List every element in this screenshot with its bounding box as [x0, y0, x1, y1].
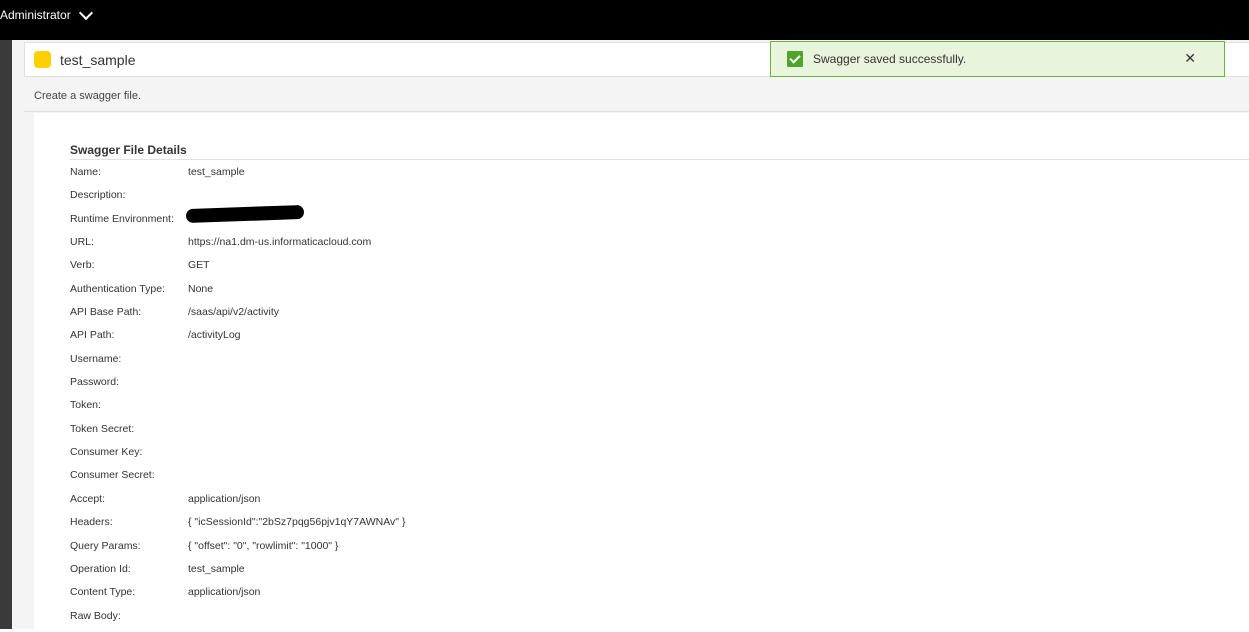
section-divider [70, 159, 1249, 160]
field-label: Accept: [70, 492, 106, 505]
field-label: API Base Path: [70, 306, 142, 319]
field-label: Name: [70, 166, 101, 178]
app-panel: test_sample Create a swagger file. Swagg… [12, 40, 1249, 629]
field-label: Password: [70, 376, 120, 389]
divider [24, 111, 1249, 112]
top-bar: Administrator [0, 0, 1249, 40]
field-label: Consumer Key: [70, 446, 143, 459]
field-label: Content Type: [70, 586, 136, 599]
field-label: Verb: [70, 259, 95, 272]
field-label: Authentication Type: [70, 282, 165, 295]
field-value: /activityLog [188, 329, 241, 342]
field-value: test_sample [188, 562, 245, 575]
toast-message: Swagger saved successfully. [813, 52, 967, 66]
chevron-down-icon[interactable] [78, 5, 93, 20]
field-value: /saas/api/v2/activity [188, 306, 280, 319]
success-toast: Swagger saved successfully. ✕ [770, 41, 1225, 77]
field-value: None [188, 282, 214, 295]
left-sidebar-strip [0, 40, 12, 629]
redaction-mark [185, 204, 305, 223]
details-content: Swagger File Details Name: test_sample D… [34, 113, 1249, 629]
field-value: { "icSessionId":"2bSz7pqg56pjv1qY7AWNAv"… [188, 516, 406, 529]
user-label: Administrator [0, 8, 71, 22]
field-value: { "offset": "0", "rowlimit": "1000" } [188, 539, 339, 552]
asset-name: test_sample [60, 51, 136, 68]
field-value: application/json [188, 492, 261, 505]
check-icon [787, 51, 803, 67]
field-value: test_sample [188, 166, 245, 178]
field-label: Description: [70, 189, 126, 202]
field-label: Token Secret: [70, 422, 135, 435]
swagger-asset-icon [34, 51, 51, 68]
user-menu[interactable]: Administrator [0, 5, 93, 22]
field-label: URL: [70, 236, 94, 249]
field-label: Consumer Secret: [70, 469, 155, 482]
field-label: Token: [70, 399, 101, 412]
field-label: Runtime Environment: [70, 212, 174, 225]
field-label: Username: [70, 352, 122, 365]
close-icon[interactable]: ✕ [1184, 50, 1196, 67]
page-description: Create a swagger file. [34, 90, 141, 102]
field-label: API Path: [70, 329, 115, 342]
field-value: GET [188, 259, 210, 272]
field-label: Raw Body: [70, 609, 121, 622]
field-label: Headers: [70, 516, 113, 529]
field-label: Query Params: [70, 539, 141, 552]
field-value: https://na1.dm-us.informaticacloud.com [188, 236, 372, 249]
field-label: Operation Id: [70, 562, 131, 575]
field-value: application/json [188, 586, 261, 599]
section-title: Swagger File Details [70, 143, 187, 157]
